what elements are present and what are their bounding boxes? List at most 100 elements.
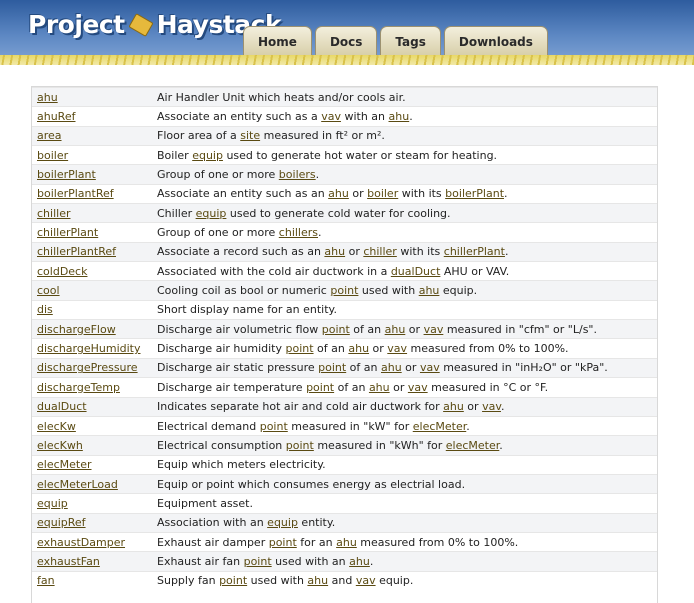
inline-tag-link[interactable]: ahu	[307, 574, 328, 587]
inline-tag-link[interactable]: point	[322, 323, 350, 336]
inline-tag-link[interactable]: chillerPlant	[444, 245, 505, 258]
tag-link[interactable]: chillerPlant	[37, 226, 98, 239]
inline-tag-link[interactable]: equip	[192, 149, 223, 162]
tag-description-cell: Equip or point which consumes energy as …	[151, 473, 658, 494]
table-row: area Floor area of a site measured in ft²…	[31, 125, 658, 146]
tag-link[interactable]: elecMeter	[37, 458, 92, 471]
tag-link[interactable]: fan	[37, 574, 55, 587]
tag-name-cell: chillerPlantRef	[31, 241, 151, 262]
tag-link[interactable]: dis	[37, 303, 53, 316]
description-text: equip.	[375, 574, 414, 588]
tab-home[interactable]: Home	[243, 26, 312, 57]
table-row: ahuRef Associate an entity such as a vav …	[31, 106, 658, 127]
description-text: measured from 0% to 100%.	[407, 342, 569, 356]
inline-tag-link[interactable]: point	[330, 284, 358, 297]
tag-link[interactable]: exhaustFan	[37, 555, 100, 568]
inline-tag-link[interactable]: ahu	[381, 361, 402, 374]
inline-tag-link[interactable]: equip	[267, 516, 298, 529]
inline-tag-link[interactable]: chiller	[363, 245, 396, 258]
inline-tag-link[interactable]: boilers	[279, 168, 316, 181]
inline-tag-link[interactable]: equip	[196, 207, 227, 220]
tag-link[interactable]: boilerPlantRef	[37, 187, 114, 200]
inline-tag-link[interactable]: vav	[424, 323, 444, 336]
description-text: Associate a record such as an	[157, 245, 325, 259]
inline-tag-link[interactable]: vav	[321, 110, 341, 123]
tag-link[interactable]: elecMeterLoad	[37, 478, 118, 491]
table-row: equip Equipment asset.	[31, 493, 658, 514]
tag-link[interactable]: dischargeHumidity	[37, 342, 141, 355]
inline-tag-link[interactable]: point	[219, 574, 247, 587]
tag-link[interactable]: coldDeck	[37, 265, 87, 278]
table-row: boiler Boiler equip used to generate hot …	[31, 145, 658, 165]
inline-tag-link[interactable]: elecMeter	[446, 439, 500, 452]
tag-name-cell: elecMeter	[31, 454, 151, 475]
tag-link[interactable]: dischargePressure	[37, 361, 138, 374]
inline-tag-link[interactable]: point	[269, 536, 297, 549]
tag-link[interactable]: equip	[37, 497, 68, 510]
tag-link[interactable]: equipRef	[37, 516, 86, 529]
tag-link[interactable]: elecKwh	[37, 439, 83, 452]
inline-tag-link[interactable]: ahu	[324, 245, 345, 258]
inline-tag-link[interactable]: ahu	[349, 555, 370, 568]
inline-tag-link[interactable]: vav	[482, 400, 501, 413]
inline-tag-link[interactable]: ahu	[419, 284, 440, 297]
description-text: or	[348, 187, 368, 201]
table-row: dischargePressure Discharge air static pr…	[31, 357, 658, 378]
inline-tag-link[interactable]: vav	[356, 574, 376, 587]
inline-tag-link[interactable]: ahu	[389, 110, 410, 123]
inline-tag-link[interactable]: ahu	[328, 187, 349, 200]
inline-tag-link[interactable]: vav	[420, 361, 440, 374]
inline-tag-link[interactable]: ahu	[385, 323, 406, 336]
tag-link[interactable]: dualDuct	[37, 400, 87, 413]
inline-tag-link[interactable]: vav	[387, 342, 407, 355]
tag-link[interactable]: area	[37, 129, 62, 142]
description-text: or	[463, 400, 483, 414]
tag-description-cell: Equip which meters electricity.	[151, 454, 658, 475]
inline-tag-link[interactable]: point	[244, 555, 272, 568]
inline-tag-link[interactable]: point	[286, 439, 314, 452]
tab-downloads[interactable]: Downloads	[443, 26, 548, 57]
inline-tag-link[interactable]: boilerPlant	[445, 187, 504, 200]
tag-link[interactable]: boiler	[37, 149, 68, 162]
inline-tag-link[interactable]: vav	[408, 381, 428, 394]
table-row: boilerPlant Group of one or more boilers.	[31, 164, 658, 185]
tag-link[interactable]: elecKw	[37, 420, 76, 433]
grass-divider	[0, 55, 694, 65]
inline-tag-link[interactable]: elecMeter	[413, 420, 467, 433]
tab-docs[interactable]: Docs	[314, 26, 378, 57]
tag-name-cell: cool	[31, 280, 151, 301]
tag-link[interactable]: dischargeTemp	[37, 381, 120, 394]
tag-link[interactable]: boilerPlant	[37, 168, 96, 181]
tag-link[interactable]: ahuRef	[37, 110, 75, 123]
inline-tag-link[interactable]: boiler	[367, 187, 398, 200]
inline-tag-link[interactable]: point	[318, 361, 346, 374]
description-text: or	[405, 322, 424, 336]
tag-name-cell: chillerPlant	[31, 222, 151, 243]
inline-tag-link[interactable]: dualDuct	[391, 265, 441, 278]
inline-tag-link[interactable]: site	[240, 129, 260, 142]
tag-link[interactable]: cool	[37, 284, 60, 297]
inline-tag-link[interactable]: point	[260, 420, 288, 433]
inline-tag-link[interactable]: ahu	[336, 536, 357, 549]
tag-link[interactable]: chiller	[37, 207, 70, 220]
description-text: Equipment asset.	[157, 496, 253, 510]
inline-tag-link[interactable]: point	[306, 381, 334, 394]
description-text: Floor area of a	[157, 129, 241, 143]
description-text: Indicates separate hot air and cold air …	[157, 400, 444, 414]
tag-link[interactable]: exhaustDamper	[37, 536, 125, 549]
description-text: equip.	[439, 284, 478, 298]
inline-tag-link[interactable]: ahu	[348, 342, 369, 355]
inline-tag-link[interactable]: chillers	[279, 226, 318, 239]
tag-link[interactable]: chillerPlantRef	[37, 245, 116, 258]
tag-description-cell: Air Handler Unit which heats and/or cool…	[151, 86, 658, 107]
inline-tag-link[interactable]: ahu	[443, 400, 464, 413]
description-text: Associated with the cold air ductwork in…	[157, 264, 391, 278]
tab-tags[interactable]: Tags	[380, 26, 441, 57]
tag-name-cell: ahuRef	[31, 106, 151, 127]
inline-tag-link[interactable]: ahu	[369, 381, 390, 394]
tag-link[interactable]: dischargeFlow	[37, 323, 116, 336]
tag-link[interactable]: ahu	[37, 91, 58, 104]
tag-name-cell: coldDeck	[31, 261, 151, 281]
description-text: .	[500, 400, 505, 414]
inline-tag-link[interactable]: point	[285, 342, 313, 355]
